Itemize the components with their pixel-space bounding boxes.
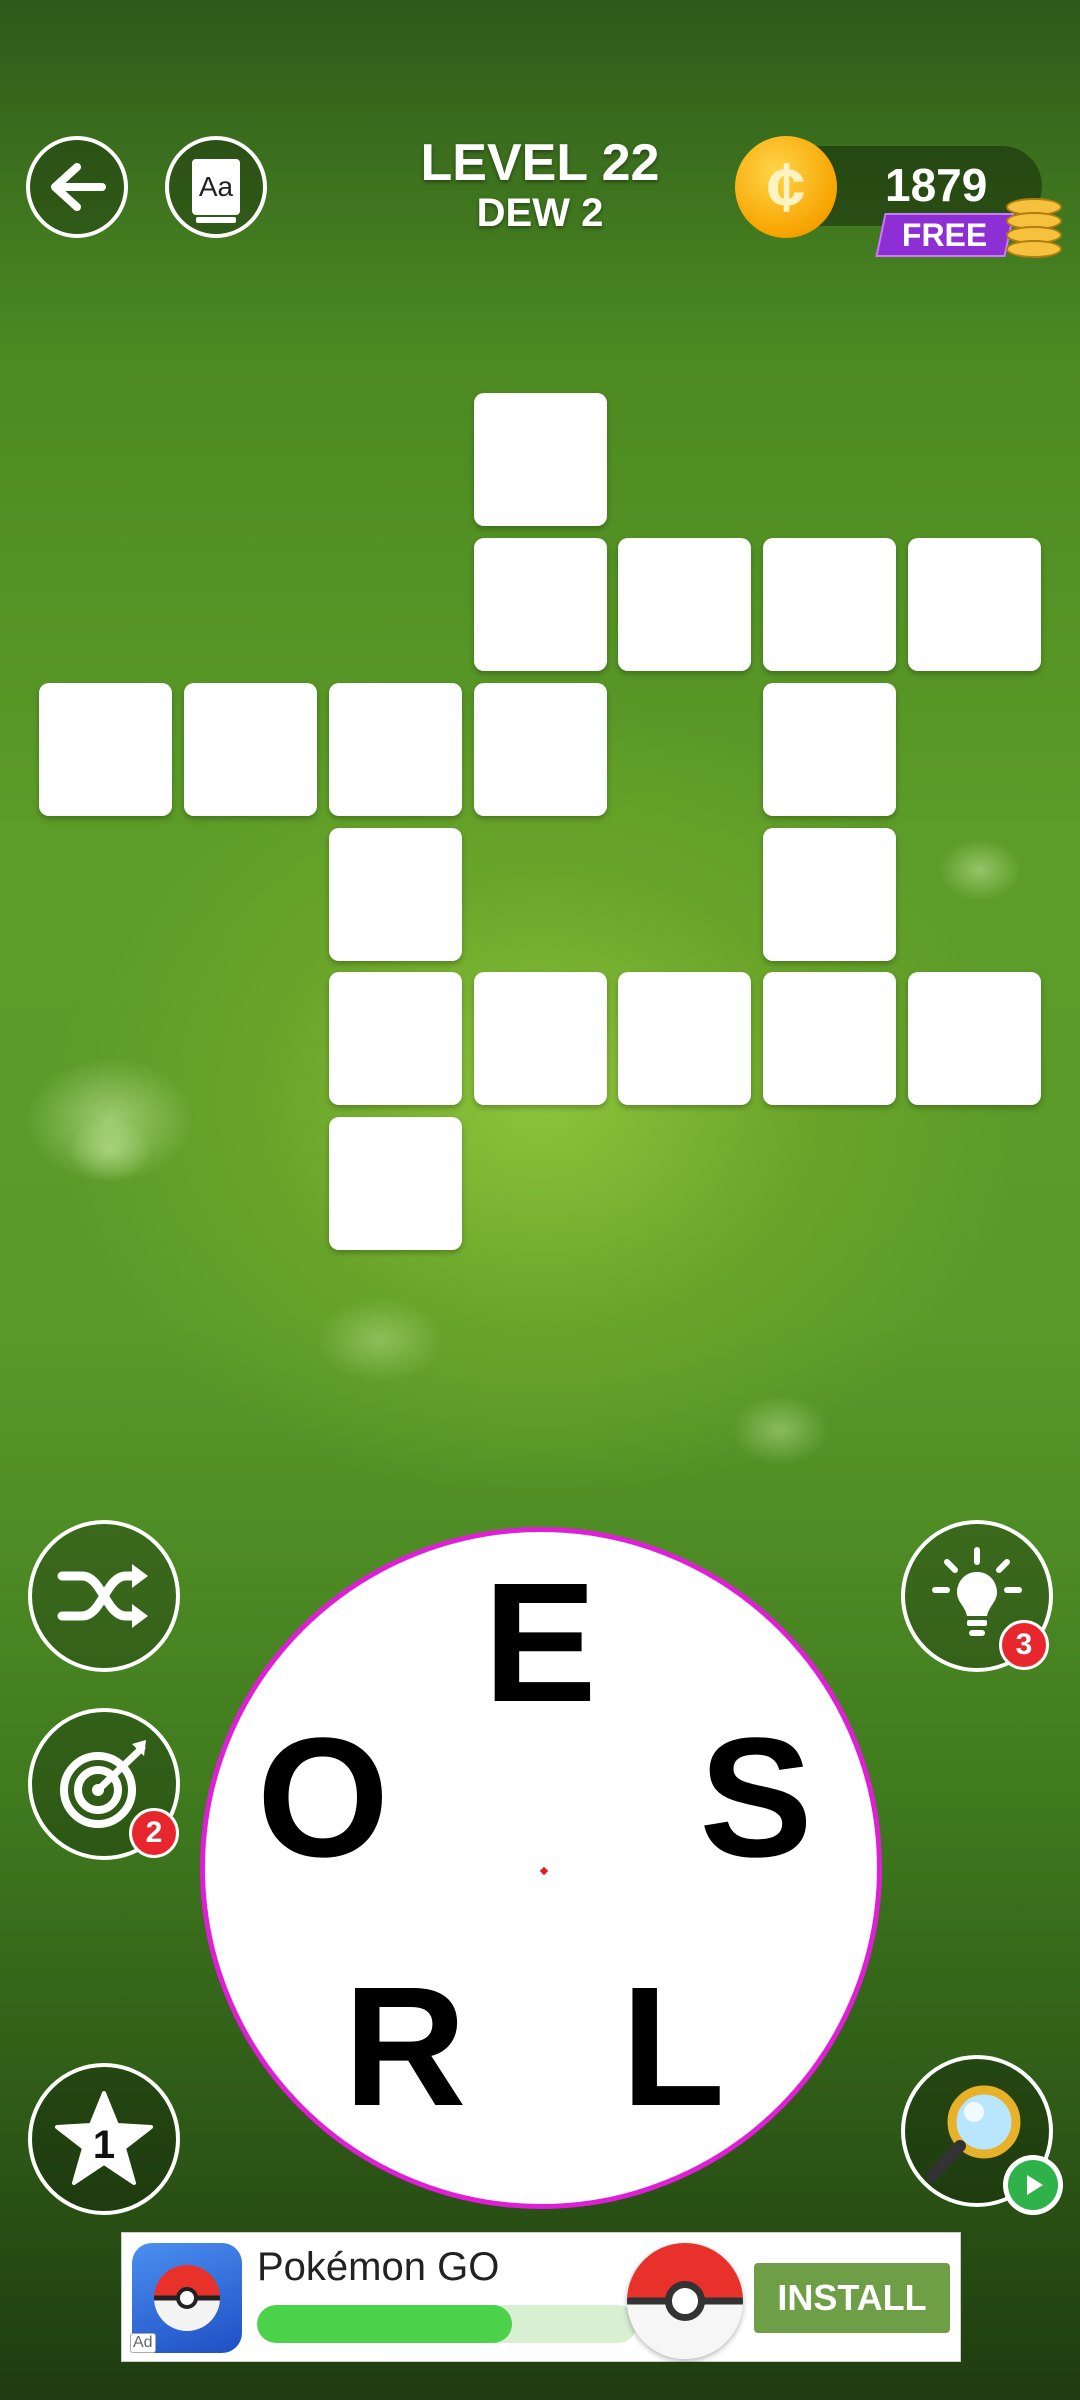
back-arrow-icon [51,163,106,211]
ad-title: Pokémon GO [257,2245,500,2289]
dictionary-label: Aa [198,171,234,202]
grid-cell [329,683,462,816]
ad-marker: Ad [130,2333,156,2353]
wheel-letter-r[interactable]: R [344,1962,467,2132]
coin-icon: ¢ [735,136,837,238]
grid-cell [474,393,607,526]
grid-cell [908,538,1041,671]
star-icon: 1 [52,2089,156,2189]
wheel-letter-s[interactable]: S [699,1713,812,1883]
grid-cell [184,683,317,816]
hint-count-badge: 3 [999,1620,1049,1670]
grid-cell [618,538,751,671]
video-play-icon [1003,2155,1063,2215]
shuffle-icon [57,1564,148,1628]
free-coins-button[interactable]: FREE [875,213,1015,257]
grid-cell [763,972,896,1105]
grid-cell [908,972,1041,1105]
back-button[interactable] [26,136,128,238]
pokeball-icon [627,2243,743,2359]
free-label: FREE [902,216,988,253]
coin-stack-icon [1002,198,1062,268]
dictionary-book-icon: Aa [192,159,240,223]
grid-cell [474,972,607,1105]
install-button[interactable]: INSTALL [754,2263,950,2333]
grid-cell [39,683,172,816]
wheel-letter-e[interactable]: E [483,1558,596,1728]
grid-cell [474,683,607,816]
wheel-letter-l[interactable]: L [621,1962,725,2132]
star-count: 1 [92,2123,116,2167]
level-label: LEVEL 22 [420,134,660,192]
coin-count: 1879 [885,159,988,211]
star-button[interactable]: 1 [28,2063,180,2215]
wheel-letter-o[interactable]: O [257,1713,389,1883]
sublevel-label: DEW 2 [476,191,604,235]
wheel-center-dot [539,1866,549,1876]
shuffle-button[interactable] [28,1520,180,1672]
grid-cell [763,828,896,961]
ad-progress-fill [257,2305,512,2343]
grid-cell [329,972,462,1105]
ad-progress-bar [257,2305,637,2343]
grid-cell [329,1117,462,1250]
grid-cell [618,972,751,1105]
target-count-badge: 2 [129,1808,179,1858]
grid-cell [763,683,896,816]
ad-banner[interactable]: Ad Pokémon GO INSTALL [121,2232,961,2362]
dictionary-button[interactable]: Aa [165,136,267,238]
coin-symbol: ¢ [766,148,806,226]
grid-cell [763,538,896,671]
grid-cell [329,828,462,961]
grid-cell [474,538,607,671]
level-title: LEVEL 22 DEW 2 [390,135,690,235]
install-label: INSTALL [777,2277,927,2318]
